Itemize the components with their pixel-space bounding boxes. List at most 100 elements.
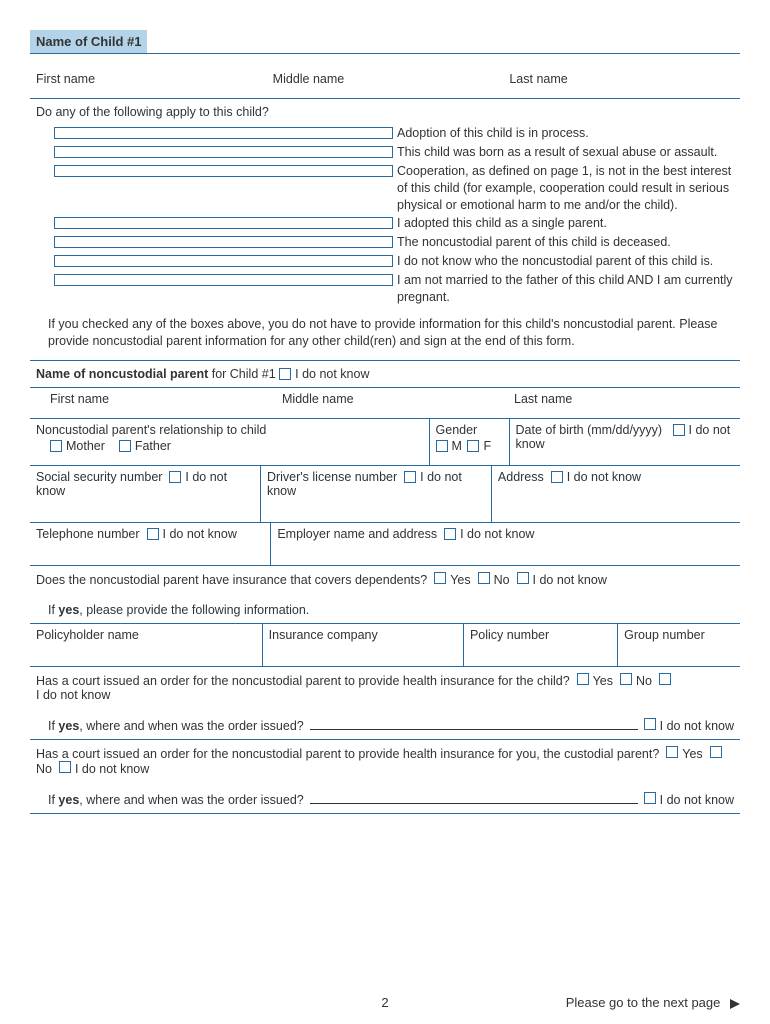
ww1-rest: , where and when was the order issued? <box>79 719 303 733</box>
court2-detail-unknown-label: I do not know <box>660 793 734 807</box>
check-mother[interactable] <box>50 440 62 452</box>
page-footer: 2 Please go to the next page <box>30 995 740 1010</box>
check-court1-unknown[interactable] <box>659 673 671 685</box>
emp-unknown-label: I do not know <box>460 527 534 541</box>
gender-cell: Gender M F <box>430 419 510 465</box>
check-dob-unknown[interactable] <box>673 424 685 436</box>
if-yes-info-line: If yes, please provide the following inf… <box>30 593 740 624</box>
policyholder-cell[interactable]: Policyholder name <box>30 624 263 666</box>
m-label: M <box>452 439 462 453</box>
f-label: F <box>483 439 491 453</box>
check-cooperation-label: Cooperation, as defined on page 1, is no… <box>397 163 734 214</box>
check-ncp-unknown-main[interactable] <box>279 368 291 380</box>
ncp-name-bold: Name of noncustodial parent <box>36 367 208 381</box>
last-name-field[interactable]: Last name <box>503 68 740 98</box>
ncp-first-name-label: First name <box>50 392 109 406</box>
check-court2-detail-unknown[interactable] <box>644 792 656 804</box>
check-abuse[interactable] <box>54 146 393 158</box>
first-name-field[interactable]: First name <box>30 68 267 98</box>
ww2-bold: yes <box>58 793 79 807</box>
address-cell[interactable]: Address I do not know <box>492 466 740 522</box>
address-label: Address <box>498 470 544 484</box>
check-court2-yes[interactable] <box>666 746 678 758</box>
ssn-cell[interactable]: Social security number I do not know <box>30 466 261 522</box>
insurance-question-row: Does the noncustodial parent have insura… <box>30 566 740 593</box>
ncp-name-rest: for Child #1 <box>208 367 279 381</box>
dob-cell: Date of birth (mm/dd/yyyy) I do not know <box>510 419 740 465</box>
ncp-middle-name-field[interactable]: Middle name <box>276 388 508 418</box>
tel-unknown-label: I do not know <box>163 527 237 541</box>
next-page-prompt: Please go to the next page <box>566 995 740 1010</box>
middle-name-field[interactable]: Middle name <box>267 68 504 98</box>
check-father[interactable] <box>119 440 131 452</box>
court1-detail-input[interactable] <box>310 718 638 730</box>
court1-yes-label: Yes <box>593 674 613 688</box>
emp-label: Employer name and address <box>277 527 437 541</box>
check-ins-no[interactable] <box>478 572 490 584</box>
check-court2-unknown[interactable] <box>59 761 71 773</box>
court1-unknown-label: I do not know <box>36 688 110 702</box>
first-name-label: First name <box>36 72 95 86</box>
check-gender-m[interactable] <box>436 440 448 452</box>
check-ins-unknown[interactable] <box>517 572 529 584</box>
check-single-adopt-label: I adopted this child as a single parent. <box>397 215 734 232</box>
ifyes-rest: , please provide the following informati… <box>79 603 309 617</box>
check-unknown-ncp[interactable] <box>54 255 393 267</box>
addr-unknown-label: I do not know <box>567 470 641 484</box>
check-court1-yes[interactable] <box>577 673 589 685</box>
ncp-name-line: Name of noncustodial parent for Child #1… <box>30 361 740 388</box>
court2-question: Has a court issued an order for the nonc… <box>36 747 659 761</box>
check-tel-unknown[interactable] <box>147 528 159 540</box>
page-number: 2 <box>381 995 388 1010</box>
court2-unknown-label: I do not know <box>75 762 149 776</box>
check-abuse-label: This child was born as a result of sexua… <box>397 144 734 161</box>
group-number-cell[interactable]: Group number <box>618 624 740 666</box>
check-pregnant[interactable] <box>54 274 393 286</box>
court-order-child-row: Has a court issued an order for the nonc… <box>30 667 740 708</box>
ncp-last-name-field[interactable]: Last name <box>508 388 740 418</box>
policy-number-cell[interactable]: Policy number <box>464 624 618 666</box>
check-emp-unknown[interactable] <box>444 528 456 540</box>
check-court1-detail-unknown[interactable] <box>644 718 656 730</box>
insurance-company-cell[interactable]: Insurance company <box>263 624 464 666</box>
check-adoption[interactable] <box>54 127 393 139</box>
ww2-pre: If <box>48 793 58 807</box>
check-court2-no[interactable] <box>710 746 722 758</box>
check-addr-unknown[interactable] <box>551 471 563 483</box>
ins-unknown-label: I do not know <box>533 573 607 587</box>
court1-question: Has a court issued an order for the nonc… <box>36 674 570 688</box>
check-unknown-ncp-label: I do not know who the noncustodial paren… <box>397 253 734 270</box>
ncp-first-name-field[interactable]: First name <box>44 388 276 418</box>
check-dl-unknown[interactable] <box>404 471 416 483</box>
arrow-right-icon <box>730 999 740 1009</box>
ww2-rest: , where and when was the order issued? <box>79 793 303 807</box>
court1-detail-row: If yes, where and when was the order iss… <box>30 708 740 740</box>
ww1-pre: If <box>48 719 58 733</box>
check-adoption-label: Adoption of this child is in process. <box>397 125 734 142</box>
check-gender-f[interactable] <box>467 440 479 452</box>
ins-yes-label: Yes <box>450 573 470 587</box>
dl-label: Driver's license number <box>267 470 397 484</box>
mother-label: Mother <box>66 439 105 453</box>
check-single-adopt[interactable] <box>54 217 393 229</box>
insurance-question: Does the noncustodial parent have insura… <box>36 573 427 587</box>
court2-detail-input[interactable] <box>310 792 638 804</box>
policynum-label: Policy number <box>470 628 549 642</box>
court-order-custodial-row: Has a court issued an order for the nonc… <box>30 740 740 782</box>
check-pregnant-label: I am not married to the father of this c… <box>397 272 734 306</box>
info-paragraph: If you checked any of the boxes above, y… <box>30 316 740 361</box>
check-cooperation[interactable] <box>54 165 393 177</box>
employer-cell[interactable]: Employer name and address I do not know <box>271 523 740 565</box>
check-deceased-label: The noncustodial parent of this child is… <box>397 234 734 251</box>
ssn-label: Social security number <box>36 470 162 484</box>
dl-cell[interactable]: Driver's license number I do not know <box>261 466 492 522</box>
dob-label: Date of birth (mm/dd/yyyy) <box>516 423 663 437</box>
telephone-cell[interactable]: Telephone number I do not know <box>30 523 271 565</box>
check-ssn-unknown[interactable] <box>169 471 181 483</box>
check-ins-yes[interactable] <box>434 572 446 584</box>
ncp-last-name-label: Last name <box>514 392 572 406</box>
father-label: Father <box>135 439 171 453</box>
relationship-label: Noncustodial parent's relationship to ch… <box>36 423 423 437</box>
check-deceased[interactable] <box>54 236 393 248</box>
check-court1-no[interactable] <box>620 673 632 685</box>
